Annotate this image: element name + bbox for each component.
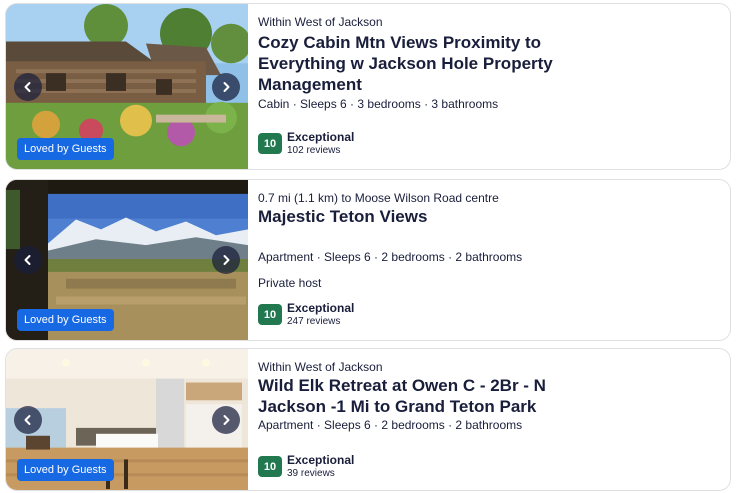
listing-info: Within West of Jackson Wild Elk Retreat … (258, 349, 720, 490)
listing-card[interactable]: Loved by Guests 0.7 mi (1.1 km) to Moose… (5, 179, 731, 341)
review-count[interactable]: 102 reviews (287, 145, 340, 156)
listing-details: Cabin · Sleeps 6 · 3 bedrooms · 3 bathro… (258, 97, 499, 111)
listing-photo-carousel[interactable]: Loved by Guests (6, 349, 248, 490)
listing-card[interactable]: Loved by Guests Within West of Jackson C… (5, 3, 731, 170)
carousel-next-button[interactable] (212, 246, 240, 274)
carousel-prev-button[interactable] (14, 405, 42, 434)
listing-card[interactable]: Loved by Guests Within West of Jackson W… (5, 348, 731, 491)
chevron-left-icon (24, 255, 31, 265)
listing-location: 0.7 mi (1.1 km) to Moose Wilson Road cen… (258, 191, 499, 205)
listing-info: 0.7 mi (1.1 km) to Moose Wilson Road cen… (258, 180, 720, 340)
carousel-prev-button[interactable] (14, 72, 42, 101)
chevron-left-icon (24, 414, 31, 425)
loved-by-guests-badge: Loved by Guests (17, 309, 114, 331)
listing-location: Within West of Jackson (258, 15, 383, 29)
chevron-left-icon (24, 81, 31, 92)
review-count[interactable]: 39 reviews (287, 468, 335, 479)
rating-score: 10 (258, 304, 282, 325)
rating-score: 10 (258, 133, 282, 154)
carousel-prev-button[interactable] (14, 246, 42, 274)
listing-details: Apartment · Sleeps 6 · 2 bedrooms · 2 ba… (258, 250, 523, 264)
chevron-right-icon (223, 81, 230, 92)
rating-score: 10 (258, 456, 282, 477)
chevron-right-icon (223, 255, 230, 265)
listing-title[interactable]: Cozy Cabin Mtn Views Proximity to Everyt… (258, 32, 578, 95)
listing-title[interactable]: Majestic Teton Views (258, 206, 578, 227)
listing-photo-carousel[interactable]: Loved by Guests (6, 180, 248, 340)
carousel-next-button[interactable] (212, 405, 240, 434)
carousel-next-button[interactable] (212, 72, 240, 101)
loved-by-guests-badge: Loved by Guests (17, 138, 114, 160)
loved-by-guests-badge: Loved by Guests (17, 459, 114, 481)
chevron-right-icon (223, 414, 230, 425)
rating-label: Exceptional (287, 301, 355, 315)
rating-label: Exceptional (287, 130, 355, 144)
host-type: Private host (258, 276, 322, 290)
listing-photo-carousel[interactable]: Loved by Guests (6, 4, 248, 169)
listing-title[interactable]: Wild Elk Retreat at Owen C - 2Br - N Jac… (258, 375, 578, 417)
review-count[interactable]: 247 reviews (287, 316, 340, 327)
listing-location: Within West of Jackson (258, 360, 383, 374)
listing-details: Apartment · Sleeps 6 · 2 bedrooms · 2 ba… (258, 418, 523, 432)
listing-info: Within West of Jackson Cozy Cabin Mtn Vi… (258, 4, 720, 169)
rating-label: Exceptional (287, 453, 355, 467)
